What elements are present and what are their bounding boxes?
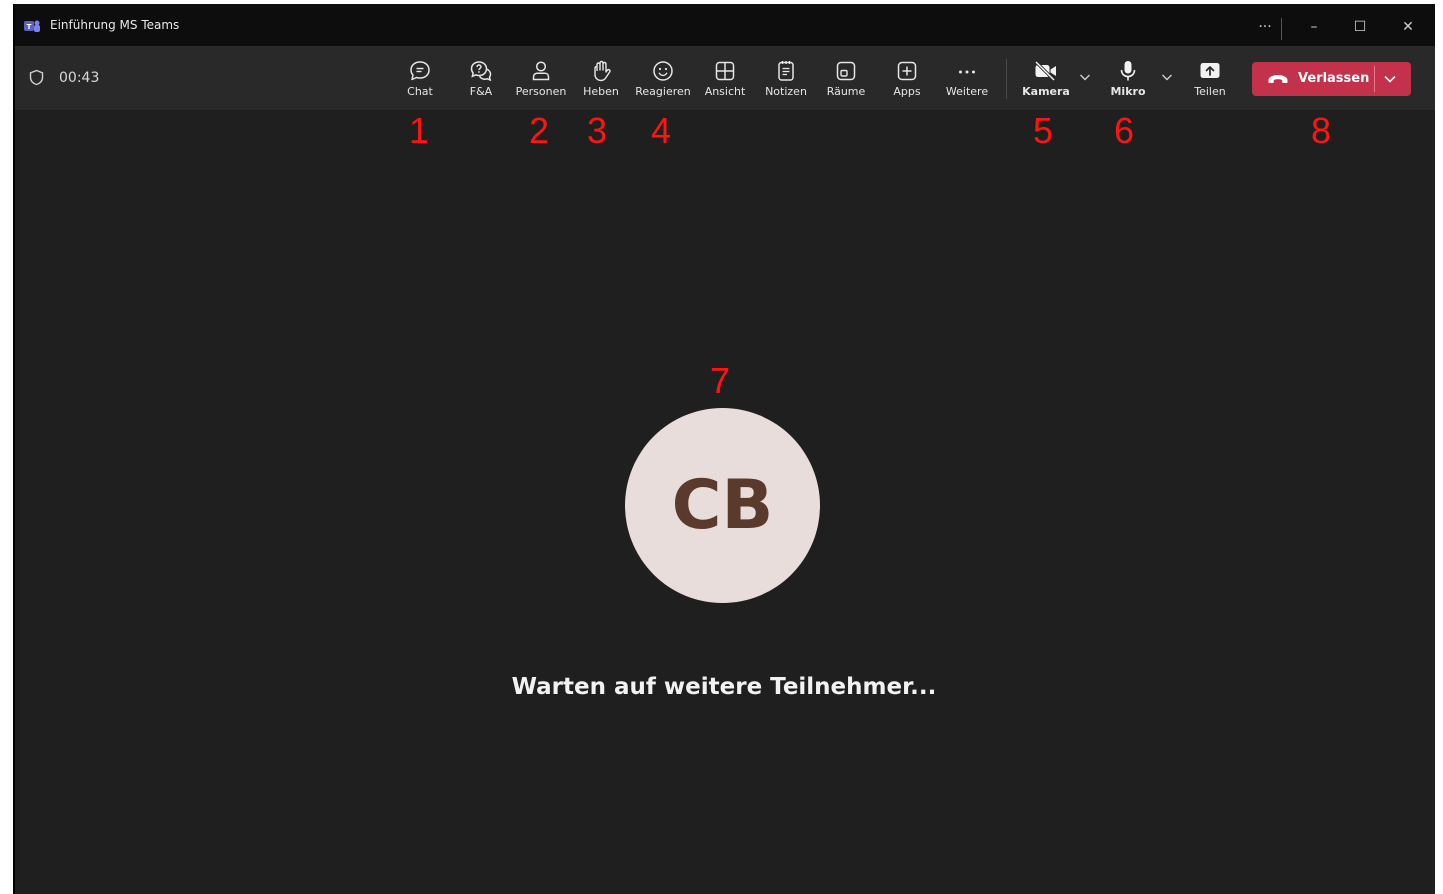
microphone-options-chevron-icon[interactable] bbox=[1160, 70, 1174, 84]
annotation-8: 8 bbox=[1311, 110, 1332, 151]
notes-icon bbox=[778, 61, 794, 81]
close-button[interactable]: ✕ bbox=[1393, 13, 1423, 41]
react-icon bbox=[653, 61, 673, 81]
minimize-button[interactable]: – bbox=[1299, 13, 1329, 41]
people-button[interactable]: Personen bbox=[511, 56, 571, 106]
meeting-toolbar: 00:43 Chat F&A Personen Heben Reagieren … bbox=[13, 46, 1435, 110]
more-icon bbox=[959, 70, 975, 74]
avatar: CB bbox=[625, 408, 820, 603]
frame-border-left bbox=[13, 4, 15, 894]
microphone-button[interactable]: Mikro bbox=[1098, 56, 1158, 106]
notes-label: Notizen bbox=[765, 85, 807, 98]
annotation-1: 1 bbox=[409, 110, 430, 151]
annotation-7: 7 bbox=[710, 360, 731, 401]
share-icon bbox=[1200, 63, 1220, 78]
chat-icon bbox=[410, 61, 430, 81]
rooms-label: Räume bbox=[826, 85, 866, 98]
view-label: Ansicht bbox=[704, 85, 746, 98]
annotation-4: 4 bbox=[651, 110, 672, 151]
window-title: Einführung MS Teams bbox=[50, 18, 180, 32]
title-separator bbox=[1281, 18, 1282, 40]
raise-hand-button[interactable]: Heben bbox=[571, 56, 631, 106]
waiting-message: Warten auf weitere Teilnehmer... bbox=[511, 674, 937, 700]
microphone-label: Mikro bbox=[1110, 85, 1146, 98]
camera-button[interactable]: Kamera bbox=[1016, 56, 1076, 106]
leave-button[interactable]: Verlassen bbox=[1252, 62, 1411, 96]
raise-hand-icon bbox=[594, 60, 611, 82]
leave-divider bbox=[1374, 66, 1375, 92]
microphone-icon bbox=[1120, 61, 1136, 81]
camera-label: Kamera bbox=[1022, 85, 1070, 98]
svg-text:T: T bbox=[27, 23, 32, 31]
teams-logo-icon: T bbox=[24, 20, 40, 32]
qa-icon bbox=[470, 61, 492, 82]
react-label: Reagieren bbox=[635, 85, 691, 98]
annotation-3: 3 bbox=[587, 110, 608, 151]
teams-meeting-window: T Einführung MS Teams ··· – ☐ ✕ 00:43 Ch… bbox=[13, 4, 1435, 894]
notes-button[interactable]: Notizen bbox=[756, 56, 816, 106]
view-icon bbox=[715, 61, 735, 81]
more-button[interactable]: Weitere bbox=[937, 56, 997, 106]
apps-button[interactable]: Apps bbox=[877, 56, 937, 106]
annotation-6: 6 bbox=[1114, 110, 1135, 151]
leave-label: Verlassen bbox=[1298, 71, 1370, 86]
people-label: Personen bbox=[515, 85, 567, 98]
apps-label: Apps bbox=[893, 85, 921, 98]
meeting-timer: 00:43 bbox=[59, 70, 100, 86]
annotation-5: 5 bbox=[1033, 110, 1054, 151]
apps-icon bbox=[897, 61, 917, 81]
qa-button[interactable]: F&A bbox=[451, 56, 511, 106]
qa-label: F&A bbox=[469, 85, 493, 98]
shield-icon bbox=[29, 69, 44, 86]
rooms-button[interactable]: Räume bbox=[816, 56, 876, 106]
annotation-2: 2 bbox=[529, 110, 550, 151]
chat-button[interactable]: Chat bbox=[390, 56, 450, 106]
phone-hangup-icon bbox=[1268, 75, 1288, 83]
view-button[interactable]: Ansicht bbox=[695, 56, 755, 106]
chat-label: Chat bbox=[407, 85, 433, 98]
react-button[interactable]: Reagieren bbox=[633, 56, 693, 106]
raise-hand-label: Heben bbox=[583, 85, 619, 98]
maximize-button[interactable]: ☐ bbox=[1345, 13, 1375, 41]
leave-options-chevron-icon[interactable] bbox=[1383, 73, 1397, 85]
share-button[interactable]: Teilen bbox=[1180, 56, 1240, 106]
more-options-icon[interactable]: ··· bbox=[1253, 13, 1277, 41]
people-icon bbox=[532, 61, 550, 81]
camera-options-chevron-icon[interactable] bbox=[1078, 70, 1092, 84]
share-label: Teilen bbox=[1194, 85, 1226, 98]
more-label: Weitere bbox=[945, 85, 989, 98]
toolbar-separator bbox=[1006, 59, 1007, 99]
camera-off-icon bbox=[1034, 60, 1056, 82]
title-bar: T Einführung MS Teams ··· – ☐ ✕ bbox=[13, 4, 1435, 46]
rooms-icon bbox=[836, 61, 856, 81]
